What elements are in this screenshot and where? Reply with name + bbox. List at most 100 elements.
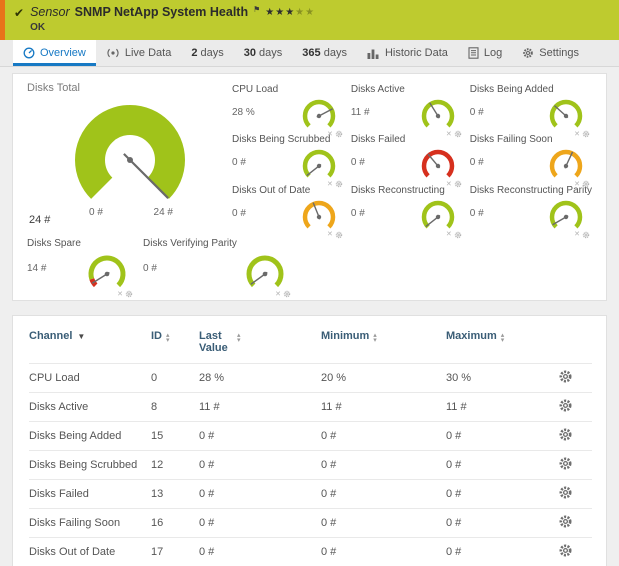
channel-cell: 0 # [446,509,546,538]
channel-cell: 17 [151,538,199,566]
tab-historic-data[interactable]: Historic Data [357,40,458,66]
channel-settings-gear-icon[interactable] [558,456,573,471]
gauge-mute-icon[interactable]: ✕ [327,231,333,238]
gauge-mute-icon[interactable]: ✕ [574,131,580,138]
channel-cell: 15 [151,422,199,451]
gauge-settings-icon[interactable] [335,226,343,244]
gauge-value: 14 # [27,263,79,303]
tab-2-days[interactable]: 2 days [181,40,233,66]
main-content: Disks Total 0 # 24 # 24 # CPU Load 28 % … [0,67,619,566]
gauge-disks-active[interactable]: Disks Active 11 # ✕ [351,84,464,131]
main-gauge[interactable]: Disks Total 0 # 24 # 24 # [27,82,232,234]
table-row: Disks Failed130 #0 #0 # [29,480,592,509]
gauge-settings-icon[interactable] [283,285,291,303]
tab-overview[interactable]: Overview [13,40,96,66]
tab-365-days[interactable]: 365 days [292,40,357,66]
table-row: CPU Load028 %20 %30 % [29,364,592,393]
column-header-maximum[interactable]: Maximum▴▾ [446,324,546,364]
gauge-mute-icon[interactable]: ✕ [327,181,333,188]
channel-name[interactable]: Disks Failed [29,480,151,509]
priority-stars-empty: ★★ [295,7,315,18]
channel-name[interactable]: Disks Failing Soon [29,509,151,538]
tab-live-data[interactable]: Live Data [96,40,181,66]
gauge-action-icons: ✕ [574,125,590,143]
gauge-settings-icon[interactable] [582,175,590,193]
column-header-last-value[interactable]: Last Value▴▾ [199,324,321,364]
gauge-mute-icon[interactable]: ✕ [446,231,452,238]
gauge-mute-icon[interactable]: ✕ [446,181,452,188]
channel-settings-gear-icon[interactable] [558,543,573,558]
priority-stars[interactable]: ★★★★★ [265,7,315,18]
gauge-mute-icon[interactable]: ✕ [574,181,580,188]
channel-cell: 0 # [199,422,321,451]
sensor-page: ✔ Sensor SNMP NetApp System Health ⚑ ★★★… [0,0,619,566]
live-data-icon [106,47,120,59]
tab-bar: Overview Live Data 2 days30 days365 days Hi… [0,40,619,67]
main-gauge-min: 0 # [89,207,103,218]
channel-cell: 0 # [446,480,546,509]
gauge-disks-being-added[interactable]: Disks Being Added 0 # ✕ [470,84,592,131]
main-gauge-title: Disks Total [27,82,232,94]
tab-label: Live Data [125,47,171,59]
channel-settings-gear-icon[interactable] [558,427,573,442]
tab-label: Log [484,47,502,59]
gauge-cpu-load[interactable]: CPU Load 28 % ✕ [232,84,345,131]
gauge-mute-icon[interactable]: ✕ [446,131,452,138]
channel-cell: 0 # [446,422,546,451]
channel-table-head: Channel▼ID▴▾Last Value▴▾Minimum▴▾Maximum… [29,324,592,364]
gauge-mute-icon[interactable]: ✕ [574,231,580,238]
sensor-kicker: Sensor [30,5,70,19]
channel-cell: 0 # [446,538,546,566]
channel-cell: 0 [151,364,199,393]
channel-name[interactable]: Disks Out of Date [29,538,151,566]
gauge-disks-verifying-parity[interactable]: Disks Verifying Parity 0 # ✕ [143,238,293,292]
sort-icon: ▴▾ [237,334,241,343]
channel-cell: 0 # [199,480,321,509]
overview-icon [23,47,35,59]
gauge-mute-icon[interactable]: ✕ [275,291,281,298]
gauge-title: Disks Active [351,84,464,95]
main-gauge-dial [55,100,205,217]
tab-label: Overview [40,47,86,59]
channel-settings-gear-icon[interactable] [558,398,573,413]
gauge-action-icons: ✕ [327,175,343,193]
gauge-settings-icon[interactable] [454,226,462,244]
gauge-dial: ✕ [79,250,135,303]
channel-settings-gear-icon[interactable] [558,514,573,529]
gauge-settings-icon[interactable] [582,125,590,143]
channel-name[interactable]: Disks Being Added [29,422,151,451]
channel-settings-gear-icon[interactable] [558,485,573,500]
channel-table-body: CPU Load028 %20 %30 %Disks Active811 #11… [29,364,592,566]
column-header-id[interactable]: ID▴▾ [151,324,199,364]
gauge-settings-icon[interactable] [454,175,462,193]
channel-actions-cell [546,422,592,451]
mini-gauge-grid: CPU Load 28 % ✕ Disks Active 11 # ✕ Disk… [232,82,592,234]
tab-label: Historic Data [385,47,448,59]
tab-30-days[interactable]: 30 days [234,40,293,66]
channel-actions-cell [546,364,592,393]
column-header-minimum[interactable]: Minimum▴▾ [321,324,446,364]
sort-icon: ▴▾ [501,334,505,343]
status-badge: OK [30,22,315,33]
gauge-settings-icon[interactable] [335,125,343,143]
channel-cell: 0 # [199,451,321,480]
gauge-settings-icon[interactable] [335,175,343,193]
gauge-settings-icon[interactable] [454,125,462,143]
gauge-dial: ✕ [237,250,293,303]
channel-name[interactable]: CPU Load [29,364,151,393]
tab-settings[interactable]: Settings [512,40,589,66]
channel-settings-gear-icon[interactable] [558,369,573,384]
gauge-settings-icon[interactable] [582,226,590,244]
channel-name[interactable]: Disks Active [29,393,151,422]
channel-cell: 0 # [446,451,546,480]
column-header-channel[interactable]: Channel▼ [29,324,151,364]
sensor-title-line: Sensor SNMP NetApp System Health ⚑ ★★★★★ [30,5,315,19]
gauge-settings-icon[interactable] [125,285,133,303]
channel-name[interactable]: Disks Being Scrubbed [29,451,151,480]
gauge-mute-icon[interactable]: ✕ [117,291,123,298]
gauge-mute-icon[interactable]: ✕ [327,131,333,138]
tab-log[interactable]: Log [458,40,512,66]
sensor-header: ✔ Sensor SNMP NetApp System Health ⚑ ★★★… [0,0,619,40]
gauge-disks-spare[interactable]: Disks Spare 14 # ✕ [27,238,135,292]
channel-cell: 0 # [321,422,446,451]
